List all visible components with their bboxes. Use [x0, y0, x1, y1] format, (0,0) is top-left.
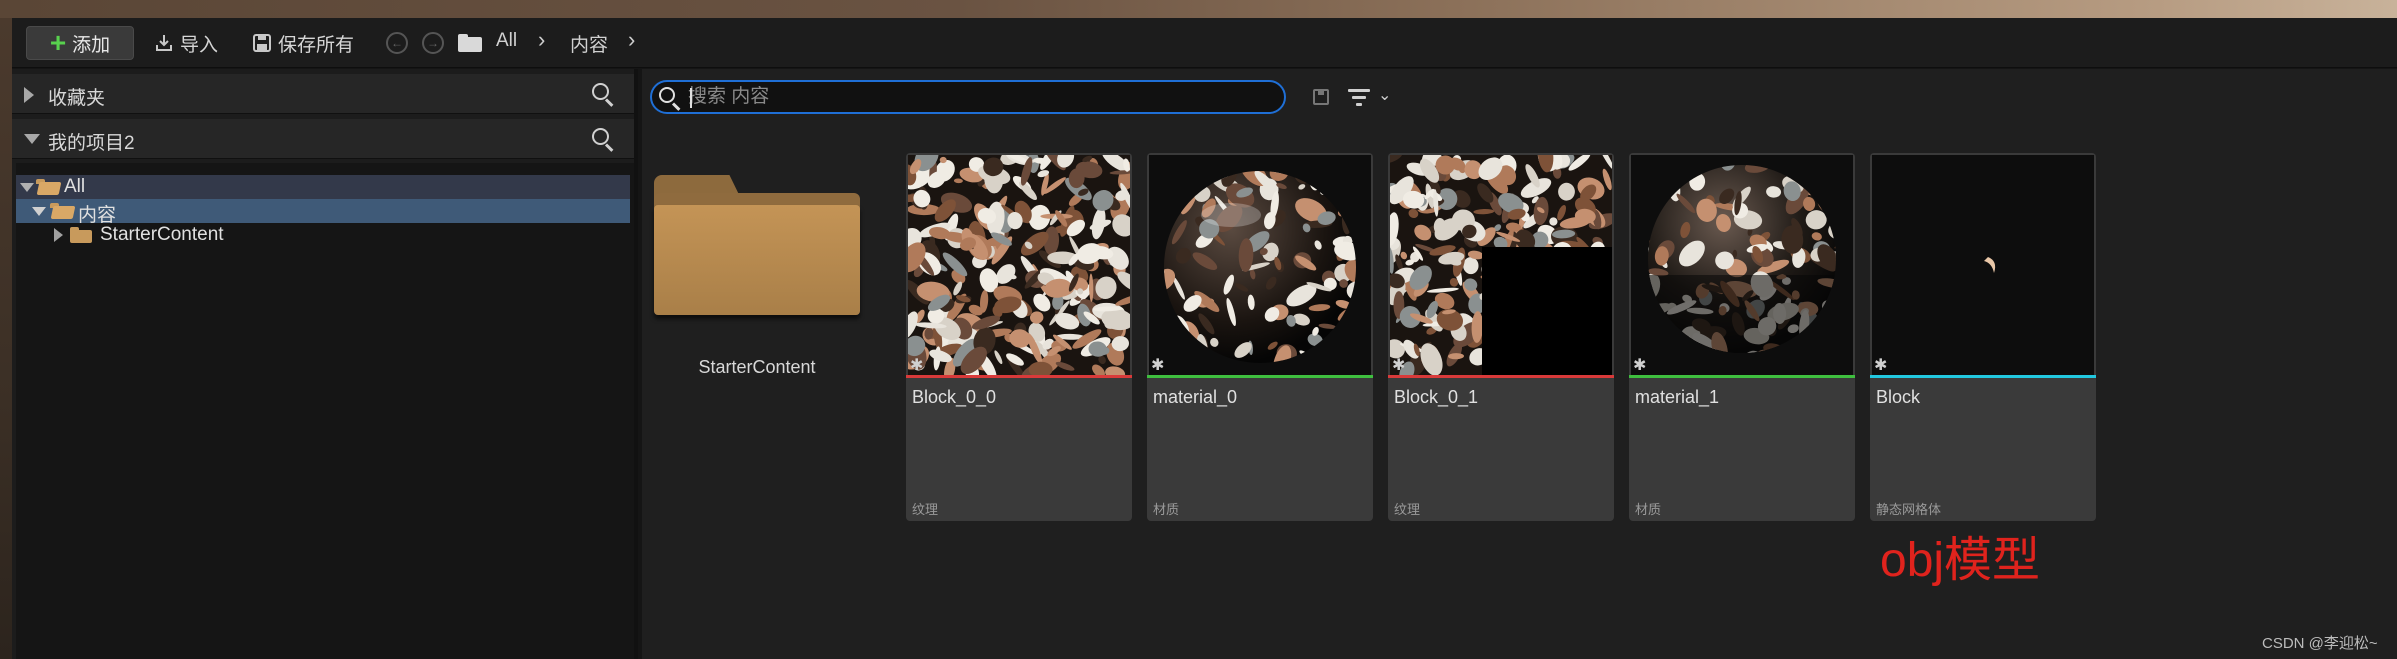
save-search-icon[interactable] — [1313, 89, 1329, 105]
asset-name: material_0 — [1153, 387, 1238, 407]
material-thumbnail — [1631, 155, 1853, 375]
folder-open-icon — [50, 203, 76, 219]
tree-item-startercontent[interactable]: StarterContent — [16, 223, 630, 247]
save-icon — [253, 34, 271, 52]
tree-item-label: StarterContent — [100, 224, 224, 245]
favorites-label: 收藏夹 — [48, 88, 106, 109]
project-label: 我的项目2 — [48, 133, 135, 154]
breadcrumb-content[interactable]: 内容 — [570, 30, 608, 57]
gear-icon: ✱ — [1874, 357, 1888, 374]
gear-icon: ✱ — [1392, 357, 1406, 374]
search-icon[interactable] — [592, 128, 614, 152]
asset-tile[interactable]: ✱ Block_0_0 纹理 — [906, 153, 1132, 521]
gear-icon: ✱ — [910, 357, 924, 374]
mesh-thumbnail — [1872, 155, 2094, 375]
asset-type-bar — [1147, 375, 1373, 378]
search-icon — [659, 87, 681, 111]
add-button[interactable]: + 添加 — [26, 26, 134, 60]
collapse-arrow-icon[interactable] — [24, 134, 40, 144]
forward-button[interactable]: → — [422, 32, 444, 54]
asset-type: 材质 — [1635, 502, 1662, 517]
asset-tile[interactable]: ✱ material_1 材质 — [1629, 153, 1855, 521]
search-input[interactable] — [688, 86, 1268, 108]
import-icon — [156, 35, 172, 51]
expand-arrow-icon[interactable] — [54, 228, 63, 242]
save-all-button[interactable]: 保存所有 — [252, 26, 354, 60]
chevron-right-icon[interactable]: › — [628, 27, 635, 53]
project-header[interactable]: 我的项目2 — [12, 119, 634, 159]
watermark: CSDN @李迎松~ — [2262, 635, 2378, 652]
folder-tile-startercontent[interactable]: StarterContent — [652, 157, 862, 417]
asset-type-bar — [906, 375, 1132, 378]
import-button[interactable]: 导入 — [154, 26, 218, 60]
asset-name: Block_0_0 — [912, 387, 997, 407]
toolbar: + 添加 导入 保存所有 ← → All › 内容 › — [12, 18, 2397, 68]
asset-type-bar — [1629, 375, 1855, 378]
asset-type: 材质 — [1153, 502, 1180, 517]
search-field[interactable] — [650, 80, 1286, 114]
texture-thumbnail — [1390, 155, 1612, 375]
asset-tile[interactable]: ✱ Block 静态网格体 — [1870, 153, 2096, 521]
add-button-label: 添加 — [72, 34, 111, 56]
tree-item-all[interactable]: All — [16, 175, 630, 199]
back-button[interactable]: ← — [386, 32, 408, 54]
folder-icon — [70, 227, 92, 243]
collapse-arrow-icon[interactable] — [32, 207, 46, 216]
folder-tree: All 内容 StarterContent — [16, 163, 634, 659]
annotation-text: obj模型 — [1880, 534, 2041, 587]
asset-tile[interactable]: ✱ material_0 材质 — [1147, 153, 1373, 521]
asset-type: 纹理 — [1394, 502, 1421, 517]
texture-thumbnail — [908, 155, 1130, 375]
tree-item-content[interactable]: 内容 — [16, 199, 630, 226]
asset-type: 静态网格体 — [1876, 502, 1942, 517]
text-caret — [690, 88, 692, 108]
folder-icon[interactable] — [458, 34, 482, 52]
asset-tile[interactable]: ✱ Block_0_1 纹理 — [1388, 153, 1614, 521]
favorites-header[interactable]: 收藏夹 — [12, 74, 634, 114]
asset-name: Block_0_1 — [1394, 387, 1479, 407]
gear-icon: ✱ — [1633, 357, 1647, 374]
material-thumbnail — [1149, 155, 1371, 375]
collapse-arrow-icon[interactable] — [20, 183, 34, 192]
search-icon[interactable] — [592, 83, 614, 107]
expand-arrow-icon[interactable] — [24, 87, 34, 103]
tree-item-label: All — [64, 176, 86, 197]
asset-name: material_1 — [1635, 387, 1720, 407]
breadcrumb-all[interactable]: All — [496, 30, 517, 52]
import-label: 导入 — [180, 34, 219, 56]
folder-label: StarterContent — [698, 357, 816, 377]
asset-type-bar — [1870, 375, 2096, 378]
asset-type: 纹理 — [912, 502, 939, 517]
arrow-left-icon: ← — [391, 36, 403, 50]
asset-type-bar — [1388, 375, 1614, 378]
sources-panel: 收藏夹 我的项目2 All 内容 StarterContent — [12, 69, 638, 659]
folder-open-icon — [36, 179, 62, 195]
chevron-right-icon[interactable]: › — [538, 27, 545, 53]
filter-icon[interactable] — [1348, 88, 1372, 106]
folder-icon — [654, 157, 862, 317]
asset-view: ⌄ StarterContent ✱ Block_0_0 纹理 — [642, 69, 2397, 659]
asset-name: Block — [1876, 387, 1921, 407]
save-all-label: 保存所有 — [278, 34, 355, 56]
chevron-down-icon[interactable]: ⌄ — [1378, 85, 1391, 105]
gear-icon: ✱ — [1151, 357, 1165, 374]
arrow-right-icon: → — [427, 36, 439, 50]
plus-icon: + — [49, 27, 67, 58]
viewport-background — [0, 0, 2397, 18]
viewport-edge — [0, 18, 12, 659]
